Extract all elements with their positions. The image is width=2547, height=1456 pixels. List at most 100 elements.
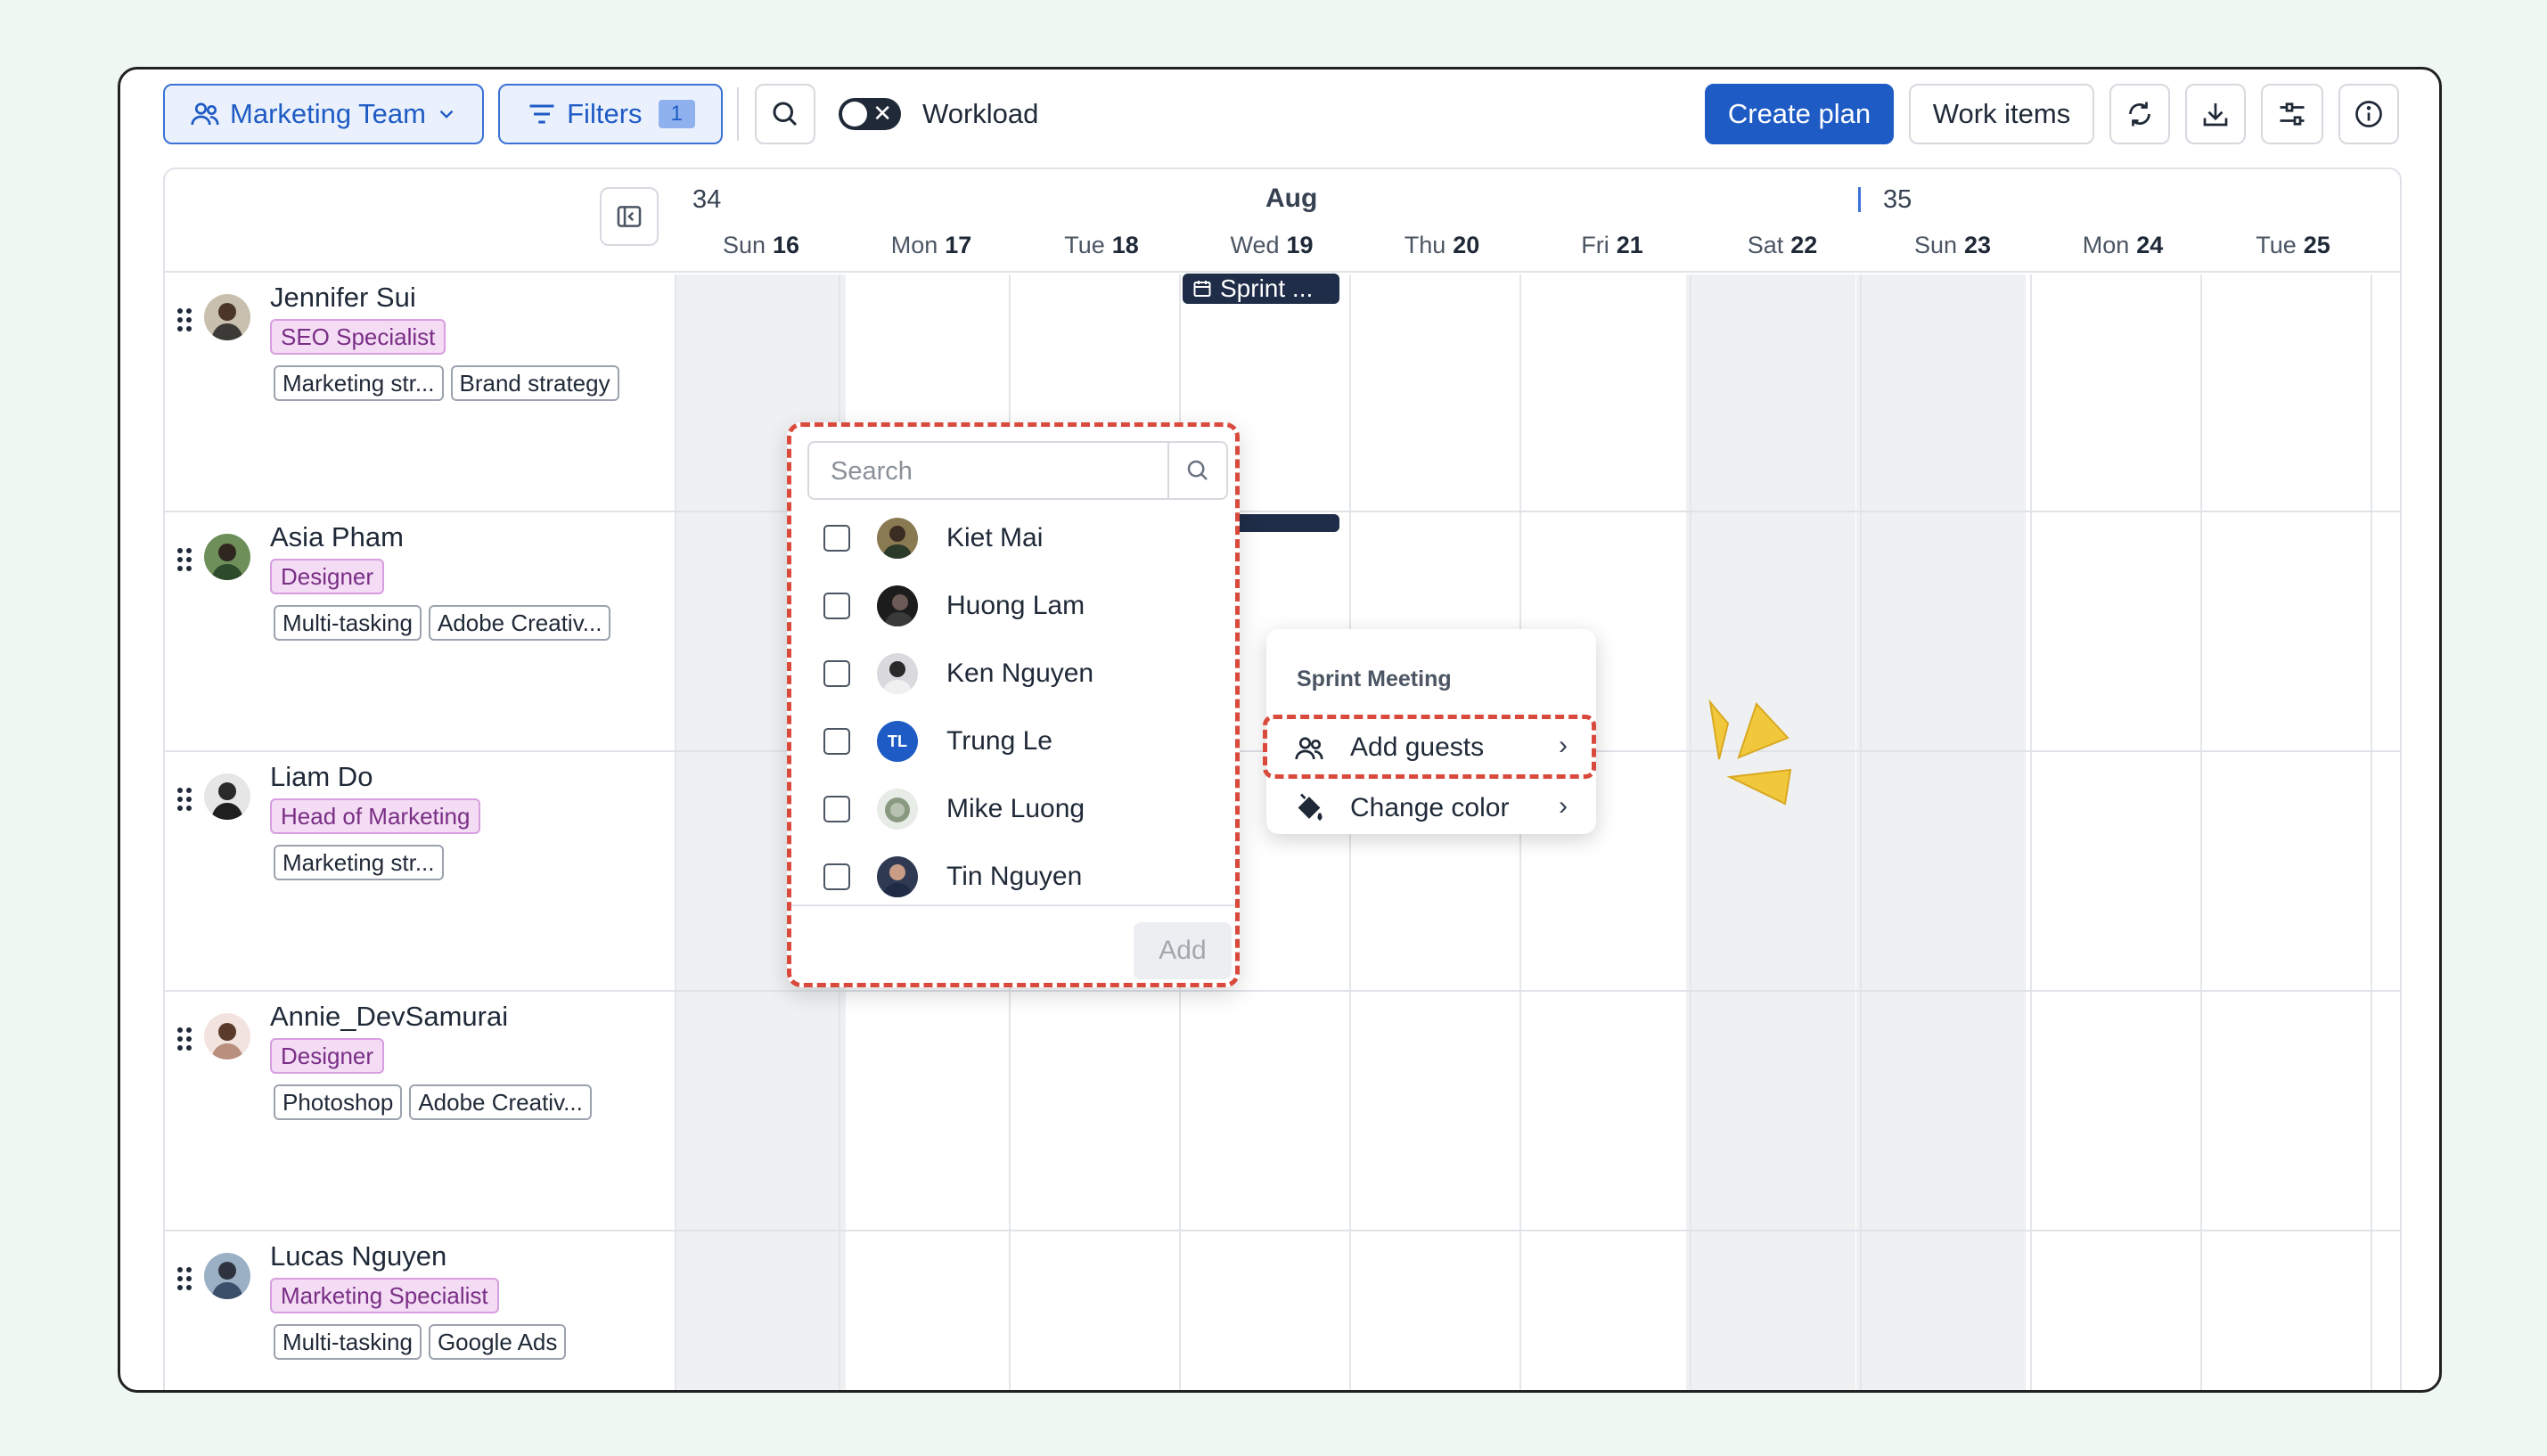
day-header: Thu 20 [1404, 232, 1480, 258]
day-header: Sun 16 [722, 232, 800, 258]
guest-option[interactable]: Tin Nguyen [791, 844, 1235, 912]
guest-name: Mike Luong [946, 794, 1085, 823]
event-label: Sprint ... [1220, 274, 1314, 302]
month-label: Aug [1265, 184, 1318, 213]
guest-name: Trung Le [946, 726, 1052, 756]
day-header: Tue 18 [1064, 232, 1139, 258]
sliders-icon [2280, 102, 2305, 126]
team-selector[interactable]: Marketing Team [163, 84, 484, 144]
guest-name: Ken Nguyen [946, 658, 1094, 688]
sidebar-collapse-icon [617, 206, 642, 227]
avatar [204, 294, 250, 340]
info-button[interactable] [2338, 84, 2399, 144]
avatar [877, 585, 918, 626]
toggle-knob [842, 102, 867, 127]
filter-icon [529, 104, 554, 124]
create-plan-button[interactable]: Create plan [1705, 84, 1894, 144]
guest-name: Tin Nguyen [946, 862, 1083, 891]
grid-line [1860, 274, 1862, 1390]
refresh-icon [2129, 102, 2150, 127]
sparkle-icon [1708, 699, 1792, 806]
guest-name: Kiet Mai [946, 523, 1044, 552]
grid-line [2371, 274, 2372, 1390]
guest-option[interactable]: Huong Lam [791, 573, 1235, 641]
person-name: Annie_DevSamurai [270, 1001, 509, 1032]
guest-checkbox[interactable] [823, 660, 850, 687]
day-header: Mon 24 [2082, 232, 2164, 258]
guest-checkbox[interactable] [823, 796, 850, 822]
guest-name: Huong Lam [946, 591, 1085, 620]
search-button[interactable] [755, 84, 815, 144]
day-header: Tue 25 [2256, 232, 2330, 258]
person-name: Lucas Nguyen [270, 1240, 447, 1272]
skill-tag: Brand strategy [450, 365, 619, 401]
filters-button[interactable]: Filters 1 [498, 84, 723, 144]
drag-handle-icon[interactable] [176, 307, 193, 333]
download-button[interactable] [2185, 84, 2246, 144]
event-chip[interactable]: Sprint ... [1183, 274, 1339, 304]
highlight-outline [1263, 715, 1596, 779]
skill-tags: Multi-tasking Google Ads [274, 1324, 567, 1360]
toolbar-divider [737, 87, 739, 141]
person-name: Liam Do [270, 761, 373, 792]
skill-tag: Multi-tasking [274, 1324, 422, 1360]
workload-label: Workload [922, 98, 1039, 129]
avatar [204, 1013, 250, 1059]
grid-line [1690, 274, 1691, 1390]
add-guests-submit-button[interactable]: Add [1134, 922, 1232, 979]
drag-handle-icon[interactable] [176, 546, 193, 573]
guest-search-input[interactable]: Search [807, 441, 1228, 500]
drag-handle-icon[interactable] [176, 1026, 193, 1052]
person-name: Jennifer Sui [270, 282, 416, 313]
popover-divider [791, 904, 1235, 906]
avatar [204, 773, 250, 820]
guest-checkbox[interactable] [823, 525, 850, 552]
skill-tag: Multi-tasking [274, 605, 422, 641]
chevron-right-icon: › [1559, 791, 1568, 821]
week-number: 35 [1883, 185, 1912, 214]
guest-option[interactable]: Ken Nguyen [791, 641, 1235, 708]
grid-line [675, 274, 676, 1390]
day-header: Mon 17 [890, 232, 972, 258]
skill-tag: Photoshop [274, 1084, 403, 1120]
menu-item-change-color[interactable]: Change color › [1266, 779, 1596, 838]
guest-option[interactable]: Mike Luong [791, 776, 1235, 844]
schedule-grid: 34 Aug 35 Sun 16 Mon 17 Tue 18 Wed 19 Thu 20 … [163, 168, 2402, 1390]
refresh-button[interactable] [2109, 84, 2170, 144]
day-header: Fri 21 [1581, 232, 1643, 258]
day-header: Wed 19 [1230, 232, 1314, 258]
search-placeholder: Search [831, 457, 913, 486]
work-items-button[interactable]: Work items [1909, 84, 2094, 144]
guest-picker-popover: Search Kiet Mai Huong Lam Ken Nguyen TL … [787, 422, 1240, 987]
skill-tag: Marketing str... [274, 845, 444, 880]
skill-tag: Adobe Creativ... [428, 605, 611, 641]
role-badge: Marketing Specialist [270, 1278, 499, 1313]
collapse-sidebar-button[interactable] [600, 187, 659, 246]
weekend-column [1686, 274, 1855, 1390]
avatar [877, 518, 918, 559]
workload-toggle[interactable]: ✕ [839, 98, 901, 130]
settings-button[interactable] [2261, 84, 2323, 144]
guest-checkbox[interactable] [823, 728, 850, 755]
search-button[interactable] [1167, 443, 1226, 498]
role-badge: Head of Marketing [270, 798, 481, 834]
person-name: Asia Pham [270, 521, 404, 552]
guest-checkbox[interactable] [823, 863, 850, 890]
avatar [877, 789, 918, 830]
guest-option[interactable]: Kiet Mai [791, 505, 1235, 573]
drag-handle-icon[interactable] [176, 786, 193, 813]
search-icon [773, 102, 798, 127]
day-header: Sat 22 [1747, 232, 1818, 258]
chevron-down-icon [439, 110, 454, 119]
guest-checkbox[interactable] [823, 593, 850, 619]
skill-tags: Photoshop Adobe Creativ... [274, 1084, 592, 1120]
guest-option[interactable]: TL Trung Le [791, 708, 1235, 776]
filters-label: Filters [567, 98, 643, 129]
grid-line [2030, 274, 2032, 1390]
day-header: Sun 23 [1913, 232, 1992, 258]
search-icon [1187, 460, 1208, 480]
avatar [877, 856, 918, 897]
role-badge: Designer [270, 1038, 385, 1074]
drag-handle-icon[interactable] [176, 1265, 193, 1292]
skill-tag: Marketing str... [274, 365, 444, 401]
